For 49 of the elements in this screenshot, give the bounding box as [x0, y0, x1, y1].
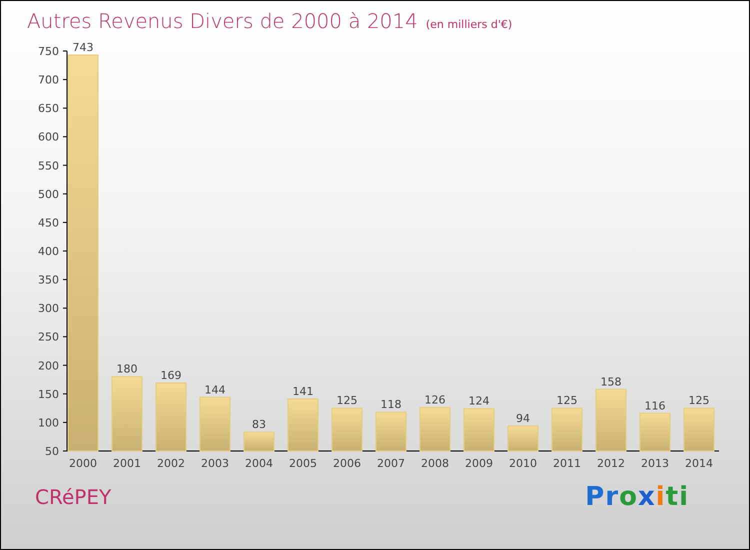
y-tick-label: 400 — [38, 245, 59, 258]
data-label: 125 — [336, 394, 358, 408]
data-label: 83 — [252, 418, 266, 432]
x-tick-label: 2002 — [157, 457, 185, 470]
x-tick-label: 2007 — [377, 457, 405, 470]
y-tick-label: 50 — [45, 445, 59, 458]
y-tick-label: 350 — [38, 274, 59, 287]
y-tick-label: 500 — [38, 188, 59, 201]
data-label: 169 — [160, 369, 182, 382]
x-tick-label: 2012 — [597, 457, 625, 470]
data-label: 144 — [204, 383, 226, 396]
y-tick-label: 600 — [38, 130, 59, 144]
y-tick-label: 300 — [38, 302, 59, 316]
data-label: 118 — [380, 398, 402, 412]
data-label: 124 — [468, 394, 490, 408]
x-tick-label: 2000 — [69, 457, 97, 470]
x-tick-label: 2006 — [333, 457, 361, 470]
x-tick-label: 2008 — [421, 457, 449, 470]
data-label: 116 — [644, 399, 666, 412]
x-tick-label: 2003 — [201, 457, 229, 470]
x-tick-label: 2001 — [113, 457, 141, 470]
data-label: 125 — [688, 394, 710, 408]
logo: Proxiti — [585, 482, 689, 512]
x-tick-label: 2004 — [245, 457, 273, 470]
y-tick-label: 550 — [38, 159, 59, 172]
y-tick-label: 750 — [38, 45, 59, 58]
x-tick-label: 2009 — [465, 457, 493, 470]
chart-title: Autres Revenus Divers de 2000 à 2014 — [27, 9, 418, 33]
y-tick-label: 200 — [38, 359, 59, 372]
y-tick-label: 150 — [38, 388, 59, 401]
chart-subtitle: (en milliers d'€) — [426, 18, 512, 31]
place-name: CRéPEY — [35, 485, 112, 509]
y-tick-label: 700 — [38, 74, 59, 87]
x-tick-label: 2014 — [685, 457, 713, 470]
data-label: 125 — [556, 394, 578, 408]
data-label: 180 — [116, 362, 138, 376]
x-tick-label: 2010 — [509, 457, 537, 470]
data-label: 126 — [424, 394, 446, 407]
y-tick-label: 250 — [38, 330, 59, 344]
x-tick-label: 2013 — [641, 457, 669, 470]
x-tick-label: 2011 — [553, 457, 581, 470]
data-label: 743 — [72, 41, 94, 54]
x-tick-label: 2005 — [289, 457, 317, 470]
data-label: 141 — [292, 385, 314, 398]
y-tick-label: 100 — [38, 416, 59, 430]
y-tick-label: 650 — [38, 102, 59, 116]
y-tick-label: 450 — [38, 216, 59, 230]
data-label: 158 — [600, 375, 622, 388]
data-label: 94 — [516, 412, 530, 425]
